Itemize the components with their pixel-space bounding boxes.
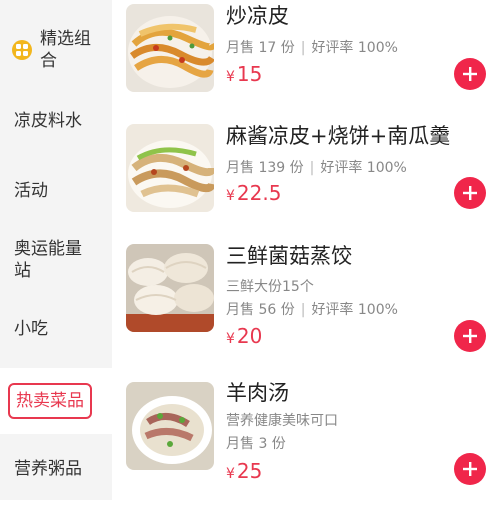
currency-symbol: ¥ bbox=[226, 188, 235, 204]
stat-separator: | bbox=[300, 302, 306, 318]
price-value: 25 bbox=[236, 459, 263, 483]
currency-symbol: ¥ bbox=[226, 331, 235, 347]
dish-price: ¥15 bbox=[226, 62, 262, 89]
rating: 好评率 100% bbox=[311, 40, 398, 56]
dish-price: ¥20 bbox=[226, 324, 262, 351]
rating: 好评率 100% bbox=[311, 302, 398, 318]
stat-separator: | bbox=[309, 160, 315, 176]
stat-separator: | bbox=[300, 40, 306, 56]
dish-stats: 月售 139 份 | 好评率 100% bbox=[226, 159, 407, 177]
dish-image bbox=[126, 244, 214, 332]
price-value: 15 bbox=[236, 62, 263, 86]
sidebar-item-label: 奥运能量站 bbox=[14, 239, 82, 281]
plus-icon bbox=[463, 329, 477, 343]
price-value: 20 bbox=[236, 324, 263, 348]
sidebar-item-snacks[interactable]: 小吃 bbox=[0, 316, 112, 342]
sidebar-item-liangpi-sauce[interactable]: 凉皮料水 bbox=[0, 108, 112, 134]
currency-symbol: ¥ bbox=[226, 69, 235, 85]
sidebar-item-hot-dishes[interactable]: 热卖菜品 bbox=[0, 368, 112, 434]
rating: 好评率 100% bbox=[320, 160, 407, 176]
sidebar-item-activity[interactable]: 活动 bbox=[0, 178, 112, 204]
sidebar-item-olympic-energy[interactable]: 奥运能量站 bbox=[0, 236, 112, 284]
add-to-cart-button[interactable] bbox=[454, 58, 486, 90]
dish-name: 炒凉皮 bbox=[226, 4, 289, 28]
sidebar-item-label: 凉皮料水 bbox=[14, 111, 82, 131]
dish-name: 三鲜菌菇蒸饺 bbox=[226, 244, 352, 268]
menu-item[interactable]: 三鲜菌菇蒸饺 三鲜大份15个 月售 56 份 | 好评率 100% ¥20 bbox=[112, 238, 503, 368]
menu-item[interactable]: 羊肉汤 营养健康美味可口 月售 3 份 ¥25 bbox=[112, 376, 503, 506]
sidebar-item-label: 热卖菜品 bbox=[8, 383, 92, 419]
sidebar-item-combo[interactable]: 精选组合 bbox=[0, 28, 112, 72]
add-to-cart-button[interactable] bbox=[454, 453, 486, 485]
menu-item[interactable]: 麻酱凉皮+烧饼+南瓜羹 月售 139 份 | 好评率 100% ¥22.5 bbox=[112, 120, 503, 250]
dish-name: 羊肉汤 bbox=[226, 381, 289, 405]
dish-stats: 月售 56 份 | 好评率 100% bbox=[226, 301, 398, 319]
monthly-sales: 月售 17 份 bbox=[226, 40, 295, 56]
add-to-cart-button[interactable] bbox=[454, 177, 486, 209]
dish-name: 麻酱凉皮+烧饼+南瓜羹 bbox=[226, 124, 451, 148]
monthly-sales: 月售 139 份 bbox=[226, 160, 304, 176]
plus-icon bbox=[463, 186, 477, 200]
category-sidebar: 精选组合 凉皮料水 活动 奥运能量站 小吃 热卖菜品 营养粥品 bbox=[0, 0, 112, 500]
dish-stats: 月售 17 份 | 好评率 100% bbox=[226, 39, 398, 57]
sidebar-item-label: 营养粥品 bbox=[14, 459, 82, 479]
dish-description: 三鲜大份15个 bbox=[226, 279, 314, 295]
price-value: 22.5 bbox=[236, 181, 282, 205]
plus-icon bbox=[463, 462, 477, 476]
add-to-cart-button[interactable] bbox=[454, 320, 486, 352]
dish-image bbox=[126, 382, 214, 470]
sidebar-item-label: 活动 bbox=[14, 181, 48, 201]
currency-symbol: ¥ bbox=[226, 466, 235, 482]
sidebar-item-label: 精选组合 bbox=[40, 29, 91, 71]
plus-icon bbox=[463, 67, 477, 81]
dish-image bbox=[126, 124, 214, 212]
dish-price: ¥25 bbox=[226, 459, 262, 486]
dish-stats: 月售 3 份 bbox=[226, 435, 286, 453]
grid-icon bbox=[12, 40, 32, 60]
dish-price: ¥22.5 bbox=[226, 181, 281, 208]
monthly-sales: 月售 3 份 bbox=[226, 436, 286, 452]
monthly-sales: 月售 56 份 bbox=[226, 302, 295, 318]
menu-item[interactable]: 炒凉皮 月售 17 份 | 好评率 100% ¥15 bbox=[112, 0, 503, 130]
dish-description: 营养健康美味可口 bbox=[226, 413, 338, 429]
dish-image bbox=[126, 4, 214, 92]
sidebar-item-porridge[interactable]: 营养粥品 bbox=[0, 456, 112, 482]
sidebar-item-label: 小吃 bbox=[14, 319, 48, 339]
